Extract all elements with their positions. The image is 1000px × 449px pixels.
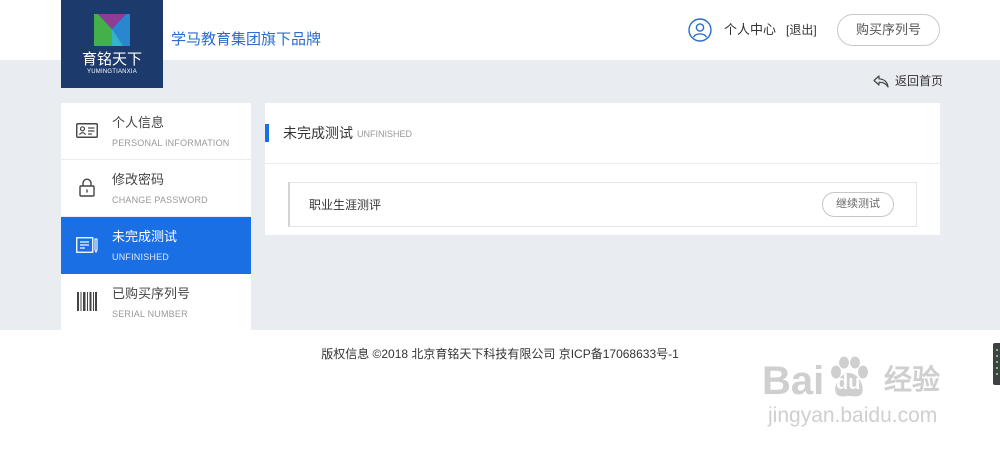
copyright-text: 版权信息 ©2018 北京育铭天下科技有限公司 京ICP备17068633号-1 — [321, 347, 679, 361]
user-center-link[interactable]: 个人中心 — [724, 22, 776, 38]
continue-test-button[interactable]: 继续测试 — [822, 192, 894, 217]
site-logo[interactable]: 育铭天下 YUMINGTIANXIA — [61, 0, 163, 88]
user-circle-icon[interactable] — [688, 18, 712, 42]
sidebar-nav: 个人信息 PERSONAL INFORMATION 修改密码 CHANGE PA… — [61, 103, 251, 330]
sidebar-item-unfinished[interactable]: 未完成测试 UNFINISHED — [61, 217, 251, 274]
logo-subtitle: YUMINGTIANXIA — [87, 69, 137, 75]
sidebar-item-label: 未完成测试 — [112, 229, 178, 244]
title-accent-bar — [265, 124, 269, 142]
back-home-label: 返回首页 — [895, 74, 944, 88]
clipboard-edit-icon — [76, 235, 98, 254]
sidebar-item-change-password[interactable]: 修改密码 CHANGE PASSWORD — [61, 160, 251, 217]
logout-link[interactable]: [退出] — [786, 22, 817, 38]
sidebar-item-sublabel: CHANGE PASSWORD — [112, 195, 208, 205]
side-widget-tab[interactable] — [993, 343, 1000, 385]
logo-mark-icon — [94, 14, 130, 46]
id-card-icon — [76, 121, 98, 140]
brand-tagline: 学马教育集团旗下品牌 — [171, 31, 322, 48]
footer: 版权信息 ©2018 北京育铭天下科技有限公司 京ICP备17068633号-1 — [0, 330, 1000, 449]
panel-divider — [265, 163, 940, 164]
sidebar-item-label: 已购买序列号 — [112, 286, 191, 301]
panel-title-en: UNFINISHED — [357, 129, 413, 139]
test-name: 职业生涯测评 — [309, 198, 382, 212]
logo-title: 育铭天下 — [81, 51, 142, 68]
sidebar-item-sublabel: SERIAL NUMBER — [112, 309, 188, 319]
sidebar-item-sublabel: UNFINISHED — [112, 252, 170, 262]
barcode-icon — [76, 292, 98, 311]
panel-title: 未完成测试 — [283, 125, 353, 141]
buy-serial-button[interactable]: 购买序列号 — [837, 14, 940, 46]
sidebar-item-serial-number[interactable]: 已购买序列号 SERIAL NUMBER — [61, 274, 251, 330]
sidebar-item-sublabel: PERSONAL INFORMATION — [112, 138, 230, 148]
test-list-item: 职业生涯测评 继续测试 — [288, 182, 917, 227]
sidebar-item-label: 个人信息 — [112, 115, 165, 130]
page: 学马教育集团旗下品牌 个人中心 [退出] 购买序列号 育铭天下 YUMINGTI… — [0, 0, 1000, 449]
lock-icon — [76, 178, 98, 197]
sidebar-item-label: 修改密码 — [112, 172, 165, 187]
sidebar-item-personal-info[interactable]: 个人信息 PERSONAL INFORMATION — [61, 103, 251, 160]
back-home-link[interactable]: 返回首页 — [873, 73, 943, 89]
back-arrow-icon — [873, 74, 889, 88]
unfinished-tests-panel: 未完成测试 UNFINISHED 职业生涯测评 继续测试 — [265, 103, 940, 235]
